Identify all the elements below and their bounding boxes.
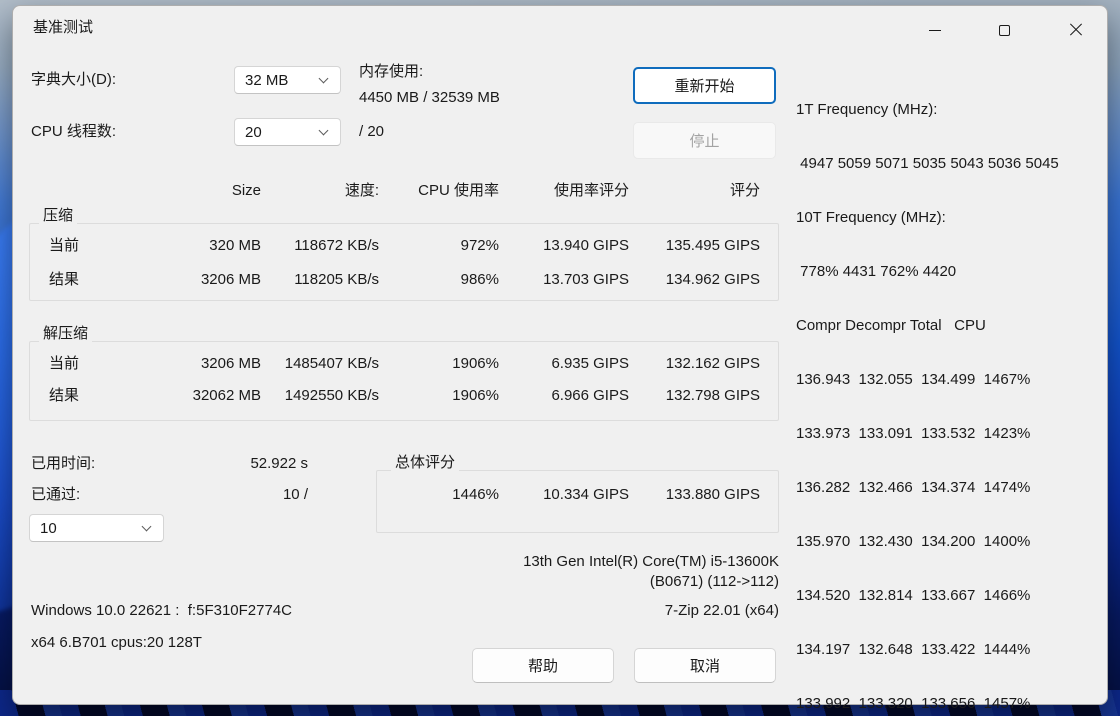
dictionary-size-value: 32 MB (245, 72, 288, 89)
memory-usage-value: 4450 MB / 32539 MB (359, 88, 500, 108)
cpu-model-line2: (B0671) (112->112) (479, 572, 779, 592)
row-label: 结果 (49, 386, 79, 406)
maximize-button[interactable] (981, 16, 1027, 44)
pass-row: 135.970 132.430 134.200 1400% (796, 532, 1106, 552)
minimize-icon (929, 30, 941, 31)
total-rating-value: 133.880 GIPS (610, 485, 760, 505)
passes-value: 10 / (158, 485, 308, 505)
elapsed-time-label: 已用时间: (31, 454, 95, 474)
cell-rating: 132.798 GIPS (610, 386, 760, 406)
passes-count-value: 10 (40, 520, 57, 537)
total-usage-rating: 10.334 GIPS (479, 485, 629, 505)
freq-1t-title: 1T Frequency (MHz): (796, 100, 1106, 120)
compression-group-label: 压缩 (39, 206, 77, 226)
help-button[interactable]: 帮助 (472, 648, 614, 683)
pass-table-header: Compr Decompr Total CPU (796, 316, 1106, 336)
cell-usage-rating: 13.703 GIPS (479, 270, 629, 290)
pass-row: 133.992 133.320 133.656 1457% (796, 694, 1106, 714)
row-label: 结果 (49, 270, 79, 290)
frequency-panel: 1T Frequency (MHz): 4947 5059 5071 5035 … (796, 66, 1106, 716)
freq-10t-title: 10T Frequency (MHz): (796, 208, 1106, 228)
decompression-groupbox (29, 341, 779, 421)
cell-rating: 132.162 GIPS (610, 354, 760, 374)
cancel-button[interactable]: 取消 (634, 648, 776, 683)
cell-cpu-usage: 986% (349, 270, 499, 290)
pass-row: 134.520 132.814 133.667 1466% (796, 586, 1106, 606)
chevron-down-icon (142, 522, 152, 532)
memory-usage-label: 内存使用: (359, 62, 423, 82)
arch-info-line: x64 6.B701 cpus:20 128T (31, 633, 202, 653)
column-header-cpu-usage: CPU 使用率 (349, 181, 499, 201)
desktop-wallpaper: 基准测试 字典大小(D): 32 MB 内存使用: 4450 MB / 3253… (0, 0, 1120, 716)
cell-cpu-usage: 1906% (349, 386, 499, 406)
windows-version-line: Windows 10.0 22621 : f:5F310F2774C (31, 601, 292, 621)
cell-rating: 134.962 GIPS (610, 270, 760, 290)
close-button[interactable] (1053, 16, 1099, 44)
cell-cpu-usage: 972% (349, 236, 499, 256)
sevenzip-version-line: 7-Zip 22.01 (x64) (479, 601, 779, 621)
cpu-threads-max: / 20 (359, 122, 384, 142)
chevron-down-icon (319, 126, 329, 136)
cpu-threads-select[interactable]: 20 (234, 118, 341, 146)
pass-row: 136.943 132.055 134.499 1467% (796, 370, 1106, 390)
stop-button[interactable]: 停止 (633, 122, 776, 159)
cpu-threads-value: 20 (245, 124, 262, 141)
freq-10t-values: 778% 4431 762% 4420 (796, 262, 1106, 282)
restart-button[interactable]: 重新开始 (633, 67, 776, 104)
dictionary-size-select[interactable]: 32 MB (234, 66, 341, 94)
minimize-button[interactable] (912, 16, 958, 44)
column-header-usage-rating: 使用率评分 (479, 181, 629, 201)
total-rating-group-label: 总体评分 (391, 453, 459, 473)
maximize-icon (999, 25, 1010, 36)
window-title: 基准测试 (33, 18, 93, 38)
chevron-down-icon (319, 74, 329, 84)
cell-cpu-usage: 1906% (349, 354, 499, 374)
benchmark-dialog: 基准测试 字典大小(D): 32 MB 内存使用: 4450 MB / 3253… (12, 5, 1108, 705)
total-cpu-usage: 1446% (349, 485, 499, 505)
row-label: 当前 (49, 354, 79, 374)
column-header-rating: 评分 (610, 181, 760, 201)
cell-usage-rating: 6.935 GIPS (479, 354, 629, 374)
row-label: 当前 (49, 236, 79, 256)
elapsed-time-value: 52.922 s (158, 454, 308, 474)
cpu-model-line1: 13th Gen Intel(R) Core(TM) i5-13600K (479, 552, 779, 572)
cell-usage-rating: 13.940 GIPS (479, 236, 629, 256)
close-icon (1069, 23, 1083, 37)
pass-row: 134.197 132.648 133.422 1444% (796, 640, 1106, 660)
passes-label: 已通过: (31, 485, 80, 505)
passes-count-select[interactable]: 10 (29, 514, 164, 542)
pass-row: 136.282 132.466 134.374 1474% (796, 478, 1106, 498)
decompression-group-label: 解压缩 (39, 324, 92, 344)
cell-usage-rating: 6.966 GIPS (479, 386, 629, 406)
freq-1t-values: 4947 5059 5071 5035 5043 5036 5045 (796, 154, 1106, 174)
cpu-threads-label: CPU 线程数: (31, 122, 116, 142)
pass-row: 133.973 133.091 133.532 1423% (796, 424, 1106, 444)
dictionary-size-label: 字典大小(D): (31, 70, 116, 90)
cell-rating: 135.495 GIPS (610, 236, 760, 256)
